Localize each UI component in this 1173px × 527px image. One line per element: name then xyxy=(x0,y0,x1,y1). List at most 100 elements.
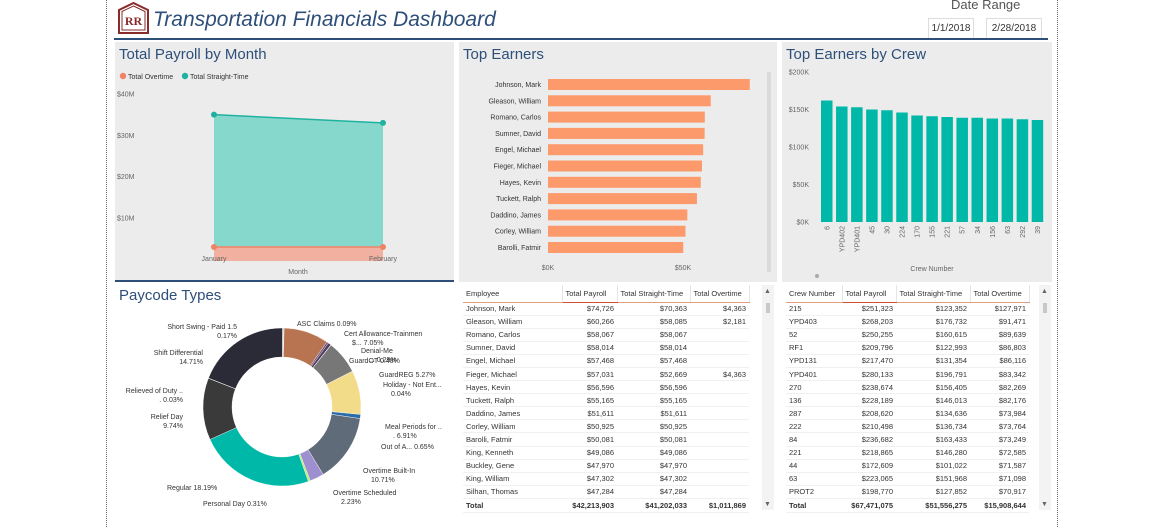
table-row[interactable]: King, Kenneth $49,086 $49,086 xyxy=(463,446,749,460)
scroll-thumb[interactable] xyxy=(1043,303,1047,313)
scroll-thumb[interactable] xyxy=(766,303,770,313)
table-cell: $86,116 xyxy=(970,354,1029,368)
paycode-types-panel[interactable]: Paycode Types ASC Claims 0.09% Cert Allow… xyxy=(115,283,454,523)
donut-slice-label: Relief Day xyxy=(151,414,184,421)
table-row[interactable]: PROT2 $198,770 $127,852 $70,917 xyxy=(786,485,1029,499)
donut-slice-label: GuardREG 5.27% xyxy=(379,372,435,379)
table-cell: Gleason, William xyxy=(463,315,562,329)
column-header[interactable]: Total Overtime xyxy=(970,285,1030,303)
earner-bar xyxy=(548,193,697,205)
table-row[interactable]: 215 $251,323 $123,352 $127,971 xyxy=(786,302,1029,316)
earner-bar xyxy=(548,79,750,90)
column-header[interactable]: Total Payroll xyxy=(842,285,897,303)
paycode-donut-chart[interactable]: ASC Claims 0.09% Cert Allowance-Trainmen $… xyxy=(115,283,454,523)
top-earners-by-crew-panel[interactable]: Top Earners by Crew $0K $50K $100K $150K $20… xyxy=(782,42,1052,282)
table-cell: $91,471 xyxy=(970,315,1029,329)
table-row[interactable]: 287 $208,620 $134,636 $73,984 xyxy=(786,406,1029,421)
top-earners-chart[interactable]: Johnson, Mark Gleason, William Romano, Car… xyxy=(459,42,777,282)
date-end-input[interactable]: 2/28/2018 xyxy=(986,18,1042,39)
donut-slice-percent: . 0.03% xyxy=(159,397,183,404)
table-cell: $51,611 xyxy=(617,406,690,421)
crew-bar-chart[interactable]: $0K $50K $100K $150K $200K 6 YPD402 YPD401 45 30 2… xyxy=(782,42,1052,282)
table-cell: $55,165 xyxy=(617,393,690,408)
employee-table-scrollbar[interactable]: ▲ ▼ xyxy=(762,285,774,510)
table-row[interactable]: 136 $228,189 $146,013 $82,176 xyxy=(786,393,1029,408)
crew-bar xyxy=(1031,120,1044,222)
table-cell: $58,014 xyxy=(562,341,617,355)
table-row[interactable]: Fieger, Michael $57,031 $52,669 $4,363 xyxy=(463,367,749,382)
x-tick-label: 34 xyxy=(975,226,982,234)
x-tick-label: 170 xyxy=(915,226,922,238)
column-header[interactable]: Total Straight-Time xyxy=(617,285,691,303)
table-row[interactable]: YPD403 $268,203 $176,732 $91,471 xyxy=(786,315,1029,329)
table-row[interactable]: 84 $236,682 $163,433 $73,249 xyxy=(786,432,1029,447)
earner-bar xyxy=(548,95,711,107)
table-cell: $151,968 xyxy=(896,472,970,486)
table-row[interactable]: 222 $210,498 $136,734 $73,764 xyxy=(786,419,1029,434)
scroll-up-icon[interactable]: ▲ xyxy=(1041,288,1048,295)
table-row[interactable]: RF1 $209,796 $122,993 $86,803 xyxy=(786,341,1029,355)
scroll-up-icon[interactable]: ▲ xyxy=(764,288,771,295)
table-row[interactable]: 44 $172,609 $101,022 $71,587 xyxy=(786,459,1029,473)
payroll-chart[interactable]: Total Overtime Total Straight-Time $10M $… xyxy=(115,42,454,280)
date-start-input[interactable]: 1/1/2018 xyxy=(928,18,974,39)
y-tick-label: $100K xyxy=(789,145,810,152)
payroll-by-month-panel[interactable]: Total Payroll by Month Total Overtime To… xyxy=(115,42,454,280)
table-row[interactable]: Silhan, Thomas $47,284 $47,284 xyxy=(463,485,749,499)
column-header[interactable]: Total Overtime xyxy=(690,285,750,303)
crew-table-scrollbar[interactable]: ▲ ▼ xyxy=(1039,285,1051,510)
column-header[interactable]: Total Payroll xyxy=(562,285,618,303)
table-cell xyxy=(690,380,749,395)
earner-bar xyxy=(548,127,705,139)
table-row[interactable]: Buckley, Gene $47,970 $47,970 xyxy=(463,459,749,473)
table-cell: $217,470 xyxy=(842,354,896,368)
table-row[interactable]: King, William $47,302 $47,302 xyxy=(463,472,749,486)
table-row[interactable]: Sumner, David $58,014 $58,014 xyxy=(463,341,749,355)
table-cell: $122,993 xyxy=(896,341,970,355)
table-cell: Romano, Carlos xyxy=(463,328,562,342)
table-row[interactable]: YPD401 $280,133 $196,791 $83,342 xyxy=(786,367,1029,382)
column-header[interactable]: Crew Number xyxy=(786,285,843,303)
top-earners-panel[interactable]: Top Earners Johnson, Mark Gleason, Willia… xyxy=(459,42,777,282)
table-row[interactable]: Engel, Michael $57,468 $57,468 xyxy=(463,354,749,368)
crew-bar xyxy=(941,117,953,222)
crew-bar xyxy=(896,112,908,222)
donut-slice-label: ASC Claims 0.09% xyxy=(297,321,357,328)
railroad-logo: RR xyxy=(118,2,149,34)
table-cell: $251,323 xyxy=(842,302,896,316)
table-cell: $50,081 xyxy=(562,432,617,447)
table-cell xyxy=(690,341,749,355)
table-row[interactable]: Romano, Carlos $58,067 $58,067 xyxy=(463,328,749,342)
table-row[interactable]: Tuckett, Ralph $55,165 $55,165 xyxy=(463,393,749,408)
table-row[interactable]: Gleason, William $60,266 $58,085 $2,181 xyxy=(463,315,749,329)
column-header[interactable]: Employee xyxy=(463,285,563,303)
crew-bar xyxy=(821,100,833,222)
table-row[interactable]: YPD131 $217,470 $131,354 $86,116 xyxy=(786,354,1029,368)
table-row[interactable]: Daddino, James $51,611 $51,611 xyxy=(463,406,749,421)
table-row[interactable]: Corley, William $50,925 $50,925 xyxy=(463,419,749,434)
table-cell: $4,363 xyxy=(690,302,749,316)
table-cell: $47,302 xyxy=(617,472,690,486)
svg-text:RR: RR xyxy=(125,14,143,28)
crew-table[interactable]: Crew Number Total Payroll Total Straight-T… xyxy=(786,285,1030,513)
earner-bar xyxy=(548,176,701,188)
donut-slice-percent: $... 7.05% xyxy=(352,340,384,347)
table-cell xyxy=(690,459,749,473)
earners-chart-scrollbar[interactable] xyxy=(767,72,771,272)
table-row[interactable]: 63 $223,065 $151,968 $71,098 xyxy=(786,472,1029,486)
table-cell: $50,081 xyxy=(617,432,690,447)
employee-table[interactable]: Employee Total Payroll Total Straight-Time… xyxy=(463,285,750,513)
table-row[interactable]: 52 $250,255 $160,615 $89,639 xyxy=(786,328,1029,342)
column-header[interactable]: Total Straight-Time xyxy=(896,285,971,303)
table-cell: $47,970 xyxy=(562,459,617,473)
x-axis-title: Crew Number xyxy=(910,266,954,273)
table-row[interactable]: 270 $238,674 $156,405 $82,269 xyxy=(786,380,1029,395)
scroll-down-icon[interactable]: ▼ xyxy=(1041,501,1048,508)
table-row[interactable]: Hayes, Kevin $56,596 $56,596 xyxy=(463,380,749,395)
table-row[interactable]: Barolli, Fatmir $50,081 $50,081 xyxy=(463,432,749,447)
scroll-down-icon[interactable]: ▼ xyxy=(764,501,771,508)
table-row[interactable]: 221 $218,865 $146,280 $72,585 xyxy=(786,446,1029,460)
table-cell: $72,585 xyxy=(970,446,1029,460)
table-row[interactable]: Johnson, Mark $74,726 $70,363 $4,363 xyxy=(463,302,749,316)
total-cell: $15,908,644 xyxy=(970,497,1029,513)
